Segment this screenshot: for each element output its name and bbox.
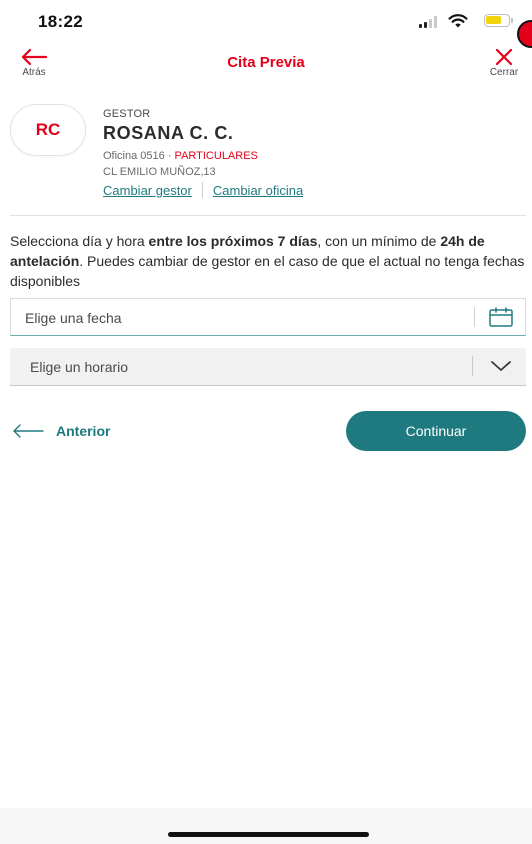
battery-icon (484, 14, 513, 27)
previous-button[interactable]: Anterior (12, 420, 110, 442)
signal-icon (419, 16, 439, 28)
arrow-left-icon (21, 48, 47, 66)
header: Atrás Cita Previa Cerrar (0, 44, 532, 90)
bottom-bar (0, 808, 532, 844)
change-manager-link[interactable]: Cambiar gestor (103, 183, 192, 198)
office-code: Oficina 0516 · (103, 150, 175, 162)
status-bar: 18:22 (0, 0, 532, 48)
instructions-bold: entre los próximos 7 días (148, 233, 318, 249)
manager-role: GESTOR (103, 108, 151, 120)
instructions-part: , con un mínimo de (317, 233, 441, 249)
chevron-down-icon[interactable] (490, 360, 512, 372)
section-divider (10, 215, 526, 216)
link-divider (201, 182, 203, 198)
arrow-left-thin-icon (13, 424, 44, 438)
instructions-part: . Puedes cambiar de gestor en el caso de… (10, 253, 525, 289)
field-divider (474, 307, 475, 327)
manager-links: Cambiar gestor Cambiar oficina (103, 182, 303, 198)
calendar-icon[interactable] (489, 307, 513, 327)
manager-card: RC GESTOR ROSANA C. C. Oficina 0516 · PA… (10, 104, 526, 214)
office-segment: PARTICULARES (174, 150, 258, 162)
previous-label: Anterior (56, 423, 111, 439)
manager-office: Oficina 0516 · PARTICULARES (103, 150, 258, 162)
manager-address: CL EMILIO MUÑOZ,13 (103, 166, 216, 178)
close-icon (495, 48, 513, 66)
home-indicator[interactable] (168, 832, 369, 837)
close-label: Cerrar (489, 67, 519, 78)
field-divider (472, 356, 473, 376)
time-select[interactable]: Elige un horario (10, 348, 526, 386)
instructions-text: Selecciona día y hora entre los próximos… (10, 231, 526, 291)
date-placeholder: Elige una fecha (25, 310, 122, 326)
status-time: 18:22 (38, 12, 83, 31)
back-label: Atrás (22, 67, 46, 78)
close-button[interactable]: Cerrar (484, 48, 524, 86)
change-office-link[interactable]: Cambiar oficina (213, 183, 303, 198)
manager-name: ROSANA C. C. (103, 123, 234, 143)
date-field[interactable]: Elige una fecha (10, 298, 526, 336)
time-placeholder: Elige un horario (30, 359, 129, 375)
instructions-part: Selecciona día y hora (10, 233, 149, 249)
continue-button[interactable]: Continuar (346, 411, 526, 451)
page-title: Cita Previa (227, 54, 305, 71)
avatar: RC (10, 104, 86, 156)
wifi-icon (448, 14, 468, 28)
back-button[interactable]: Atrás (14, 48, 54, 86)
